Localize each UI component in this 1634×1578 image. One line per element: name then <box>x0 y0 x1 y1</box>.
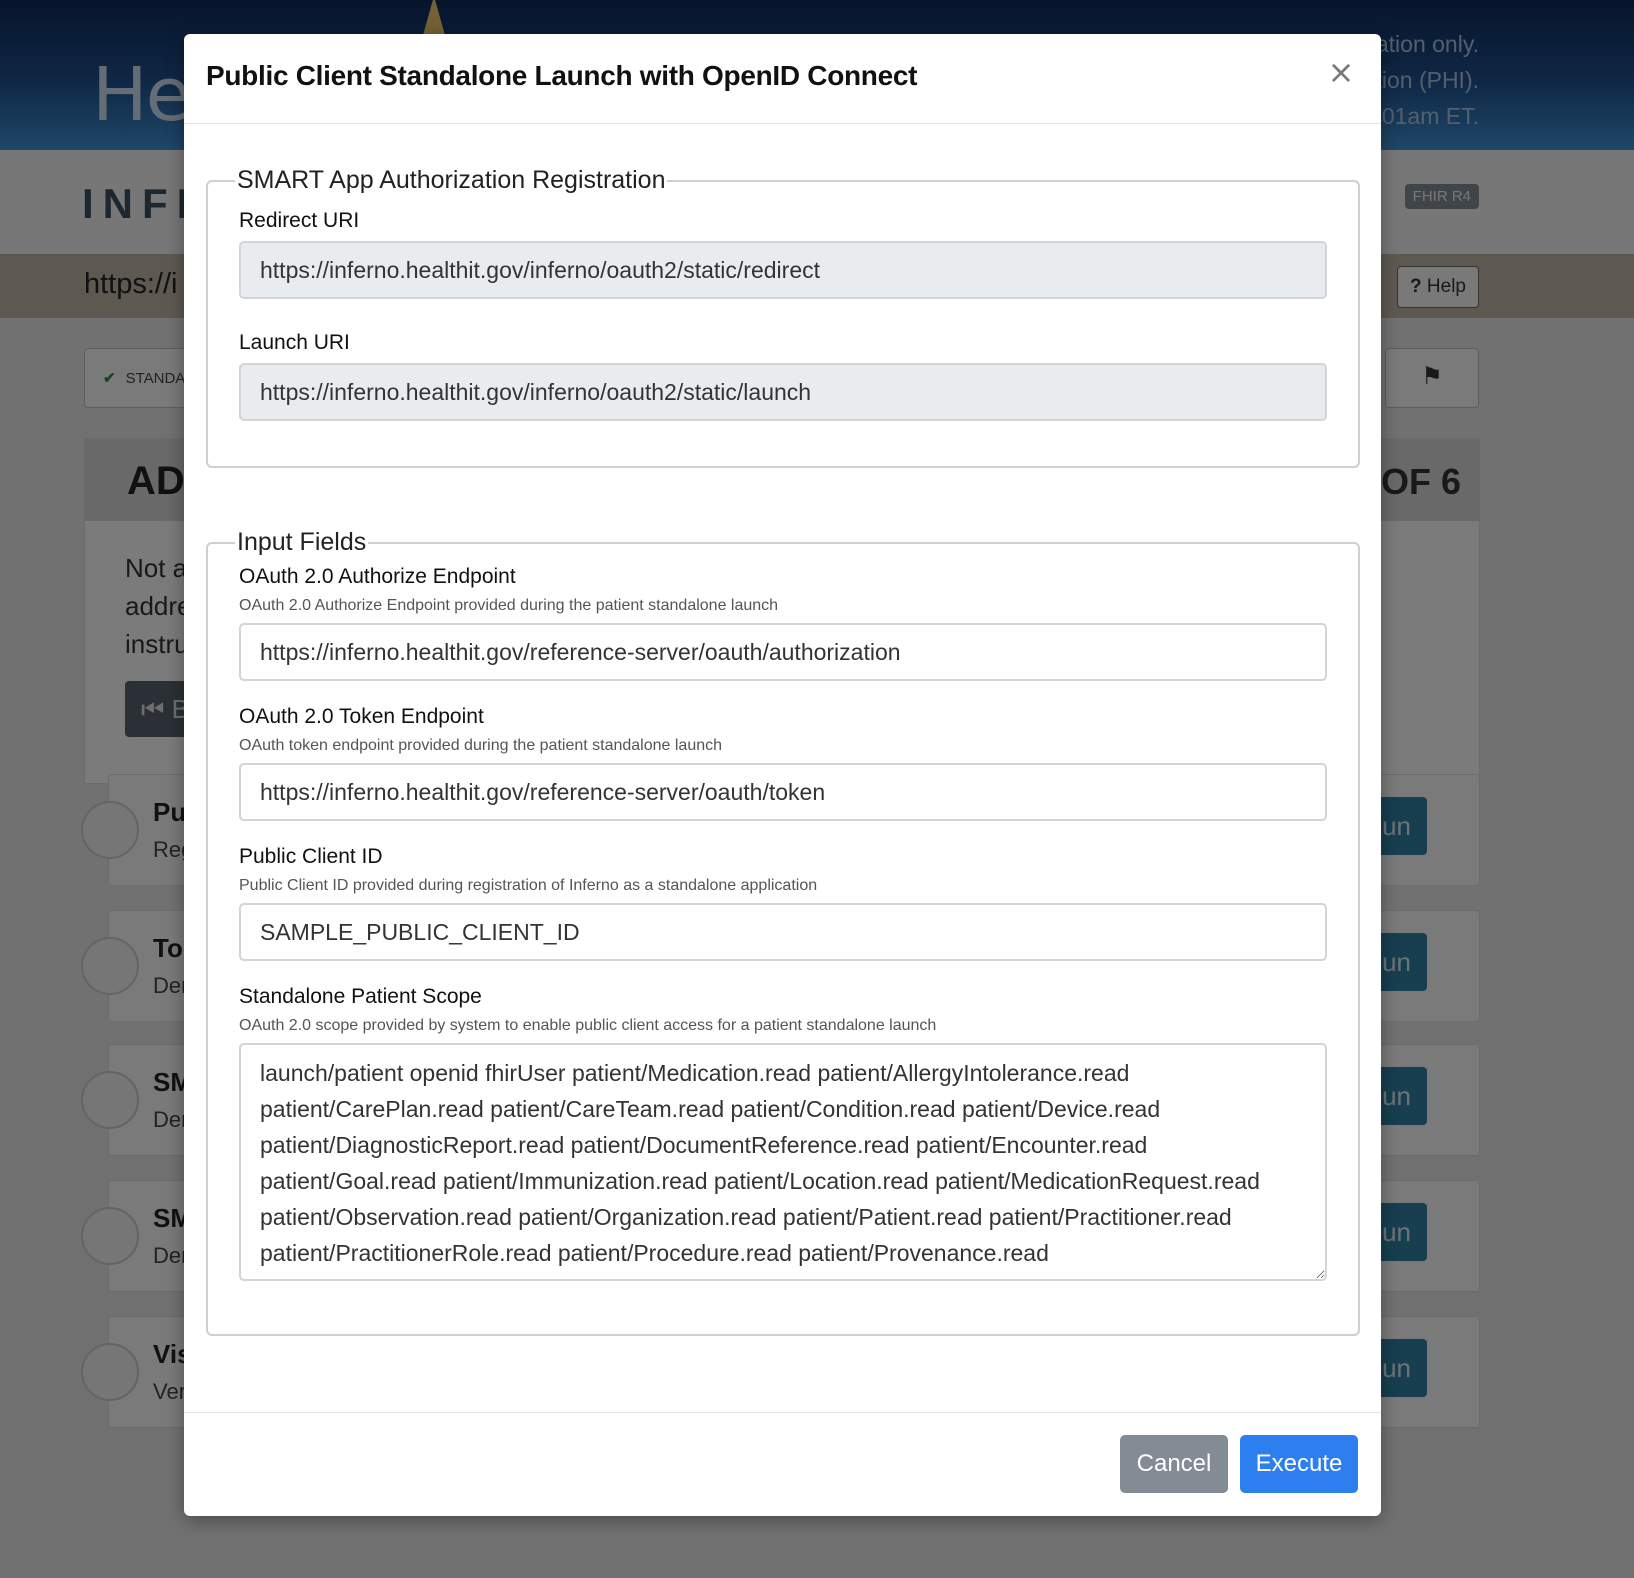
token-endpoint-field[interactable] <box>239 763 1327 821</box>
redirect-uri-field[interactable] <box>239 241 1327 299</box>
launch-uri-label: Launch URI <box>239 331 350 354</box>
authorize-endpoint-label: OAuth 2.0 Authorize Endpoint <box>239 565 516 588</box>
modal-title: Public Client Standalone Launch with Ope… <box>206 60 918 91</box>
modal-header: Public Client Standalone Launch with Ope… <box>184 34 1381 124</box>
launch-uri-field[interactable] <box>239 363 1327 421</box>
cancel-button[interactable]: Cancel <box>1120 1435 1228 1493</box>
patient-scope-label: Standalone Patient Scope <box>239 985 482 1008</box>
redirect-uri-label: Redirect URI <box>239 209 360 232</box>
client-id-field[interactable] <box>239 903 1327 961</box>
client-id-help: Public Client ID provided during registr… <box>239 877 818 894</box>
patient-scope-help: OAuth 2.0 scope provided by system to en… <box>239 1017 937 1034</box>
registration-fieldset: SMART App Authorization Registration Red… <box>206 166 1360 468</box>
execute-button[interactable]: Execute <box>1240 1435 1358 1493</box>
input-fields-fieldset: Input Fields OAuth 2.0 Authorize Endpoin… <box>206 528 1360 1336</box>
registration-legend: SMART App Authorization Registration <box>237 166 666 194</box>
token-endpoint-label: OAuth 2.0 Token Endpoint <box>239 705 484 728</box>
authorize-endpoint-field[interactable] <box>239 623 1327 681</box>
modal-footer: Cancel Execute <box>184 1412 1381 1516</box>
patient-scope-textarea[interactable]: launch/patient openid fhirUser patient/M… <box>239 1043 1327 1281</box>
token-endpoint-help: OAuth token endpoint provided during the… <box>239 737 723 754</box>
client-id-label: Public Client ID <box>239 845 383 868</box>
close-icon[interactable]: × <box>1323 54 1359 90</box>
authorize-endpoint-help: OAuth 2.0 Authorize Endpoint provided du… <box>239 597 779 614</box>
launch-modal: Public Client Standalone Launch with Ope… <box>184 34 1381 1516</box>
input-fields-legend: Input Fields <box>237 528 367 556</box>
